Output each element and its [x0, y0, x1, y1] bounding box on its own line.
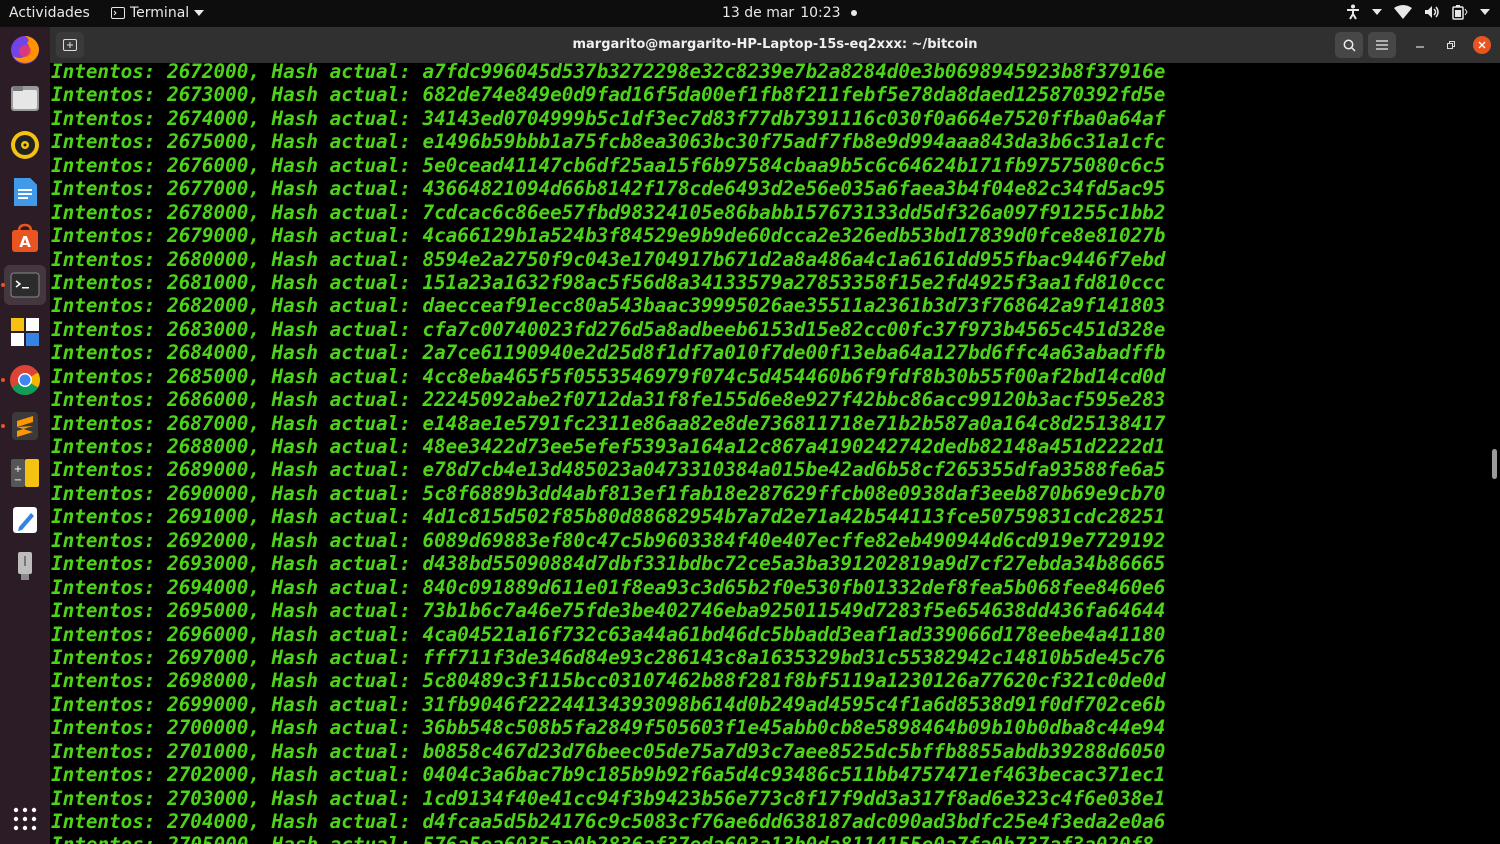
calculator-icon: +−	[11, 459, 39, 487]
svg-text:−: −	[14, 475, 22, 486]
window-header: margarito@margarito-HP-Laptop-15s-eq2xxx…	[50, 27, 1500, 63]
terminal-line: Intentos: 2685000, Hash actual: 4cc8eba4…	[51, 364, 1166, 388]
clock[interactable]: 13 de mar 10:23	[722, 5, 857, 21]
terminal-line: Intentos: 2679000, Hash actual: 4ca66129…	[51, 224, 1166, 248]
terminal-line: Intentos: 2682000, Hash actual: daecceaf…	[51, 294, 1166, 318]
dock-show-apps[interactable]	[4, 799, 46, 839]
sublime-text-icon	[12, 412, 38, 440]
terminal-line: Intentos: 2678000, Hash actual: 7cdcac6c…	[51, 200, 1166, 224]
maximize-button[interactable]	[1442, 36, 1460, 54]
terminal-line: Intentos: 2681000, Hash actual: 151a23a1…	[51, 270, 1166, 294]
notification-dot-icon	[850, 10, 857, 16]
clock-date: 13 de mar	[722, 5, 795, 21]
terminal-line: Intentos: 2689000, Hash actual: e78d7cb4…	[51, 458, 1166, 482]
terminal-line: Intentos: 2697000, Hash actual: fff711f3…	[51, 645, 1166, 669]
terminal-line: Intentos: 2703000, Hash actual: 1cd9134f…	[51, 786, 1166, 810]
files-icon	[11, 86, 39, 111]
svg-text:A: A	[19, 233, 31, 251]
text-editor-icon	[13, 507, 37, 533]
terminal-line: Intentos: 2700000, Hash actual: 36bb548c…	[51, 716, 1166, 740]
terminal-line: Intentos: 2701000, Hash actual: b0858c46…	[51, 739, 1166, 763]
terminal-line: Intentos: 2677000, Hash actual: 43664821…	[51, 177, 1166, 201]
search-icon	[1343, 39, 1356, 52]
terminal-line: Intentos: 2693000, Hash actual: d438bd55…	[51, 552, 1166, 576]
running-indicator	[1, 424, 5, 428]
terminal-line: Intentos: 2680000, Hash actual: 8594e2a2…	[51, 247, 1166, 271]
wifi-icon[interactable]	[1394, 5, 1412, 19]
terminal-line: Intentos: 2704000, Hash actual: d4fcaa5d…	[51, 810, 1166, 833]
terminal-lines: Intentos: 2672000, Hash actual: a7fdc996…	[51, 63, 1165, 844]
terminal-line: Intentos: 2672000, Hash actual: a7fdc996…	[51, 63, 1166, 83]
minimize-button[interactable]	[1411, 36, 1429, 54]
top-bar: Actividades Terminal 13 de mar 10:23	[0, 0, 1500, 27]
dock-files[interactable]	[4, 78, 46, 118]
dock-terminal[interactable]	[4, 265, 46, 305]
terminal-line: Intentos: 2695000, Hash actual: 73b1b6c7…	[51, 599, 1166, 623]
terminal-line: Intentos: 2687000, Hash actual: e148ae1e…	[51, 411, 1166, 435]
terminal-line: Intentos: 2675000, Hash actual: e1496b59…	[51, 130, 1166, 154]
app-menu[interactable]: Terminal	[111, 5, 205, 21]
chevron-down-icon	[194, 10, 205, 16]
dock-rhythmbox[interactable]	[4, 125, 46, 165]
app-menu-label: Terminal	[130, 5, 190, 21]
close-icon	[1478, 41, 1486, 49]
terminal-line: Intentos: 2702000, Hash actual: 0404c3a6…	[51, 763, 1166, 787]
dock-firefox[interactable]	[4, 30, 46, 70]
apps-grid-icon	[13, 807, 37, 831]
terminal-line: Intentos: 2691000, Hash actual: 4d1c815d…	[51, 505, 1166, 529]
terminal-line: Intentos: 2688000, Hash actual: 48ee3422…	[51, 435, 1166, 458]
dock-chrome[interactable]	[4, 360, 46, 400]
running-indicator	[1, 378, 5, 382]
terminal-line: Intentos: 2676000, Hash actual: 5e0cead4…	[51, 153, 1166, 177]
software-center-icon: A	[12, 223, 38, 252]
hamburger-menu-icon	[1376, 40, 1388, 50]
dock-software[interactable]: A	[4, 218, 46, 258]
svg-text:+: +	[14, 464, 22, 475]
terminal-icon	[10, 272, 40, 298]
minimize-icon	[1416, 46, 1424, 48]
firefox-icon	[11, 36, 39, 64]
usb-drive-icon	[18, 552, 32, 580]
terminal-output[interactable]: Intentos: 2672000, Hash actual: a7fdc996…	[50, 63, 1500, 844]
dock-calculator[interactable]: + −	[4, 453, 46, 493]
terminal-line: Intentos: 2705000, Hash actual: 576a5ea6…	[51, 833, 1165, 844]
accessibility-icon[interactable]	[1346, 4, 1360, 20]
close-button[interactable]	[1473, 36, 1491, 54]
restore-icon	[1447, 41, 1455, 49]
system-tray[interactable]	[1346, 4, 1490, 20]
dock-writer[interactable]	[4, 172, 46, 212]
dock: A + −	[0, 27, 50, 844]
terminal-line: Intentos: 2694000, Hash actual: 840c0918…	[51, 575, 1166, 599]
dock-sublime[interactable]	[4, 406, 46, 446]
clock-time: 10:23	[800, 5, 841, 21]
terminal-line: Intentos: 2684000, Hash actual: 2a7ce611…	[51, 341, 1166, 365]
terminal-line: Intentos: 2673000, Hash actual: 682de74e…	[51, 83, 1166, 107]
running-indicator	[1, 283, 5, 287]
chevron-down-icon[interactable]	[1480, 9, 1490, 15]
terminal-line: Intentos: 2692000, Hash actual: 6089d698…	[51, 528, 1166, 552]
scrollbar-thumb[interactable]	[1492, 449, 1497, 479]
chevron-down-icon[interactable]	[1372, 9, 1382, 15]
terminal-line: Intentos: 2683000, Hash actual: cfa7c007…	[51, 317, 1166, 341]
volume-icon[interactable]	[1424, 5, 1440, 19]
terminal-app-icon	[111, 7, 125, 19]
terminal-line: Intentos: 2690000, Hash actual: 5c8f6889…	[51, 481, 1166, 505]
sudoku-icon	[11, 318, 39, 346]
activities-button[interactable]: Actividades	[9, 5, 90, 21]
menu-button[interactable]	[1368, 32, 1396, 58]
terminal-line: Intentos: 2698000, Hash actual: 5c80489c…	[51, 669, 1166, 693]
search-button[interactable]	[1335, 32, 1363, 58]
battery-icon[interactable]	[1452, 4, 1468, 20]
writer-icon	[14, 178, 37, 206]
dock-sudoku[interactable]	[4, 312, 46, 352]
terminal-line: Intentos: 2686000, Hash actual: 22245092…	[51, 388, 1166, 412]
window-title: margarito@margarito-HP-Laptop-15s-eq2xxx…	[572, 37, 978, 52]
rhythmbox-icon	[11, 131, 39, 159]
terminal-line: Intentos: 2674000, Hash actual: 34143ed0…	[51, 106, 1166, 130]
terminal-line: Intentos: 2696000, Hash actual: 4ca04521…	[51, 622, 1166, 646]
chrome-icon	[10, 365, 41, 396]
dock-usb-drive[interactable]	[4, 546, 46, 586]
dock-text-editor[interactable]	[4, 500, 46, 540]
terminal-line: Intentos: 2699000, Hash actual: 31fb9046…	[51, 692, 1166, 716]
